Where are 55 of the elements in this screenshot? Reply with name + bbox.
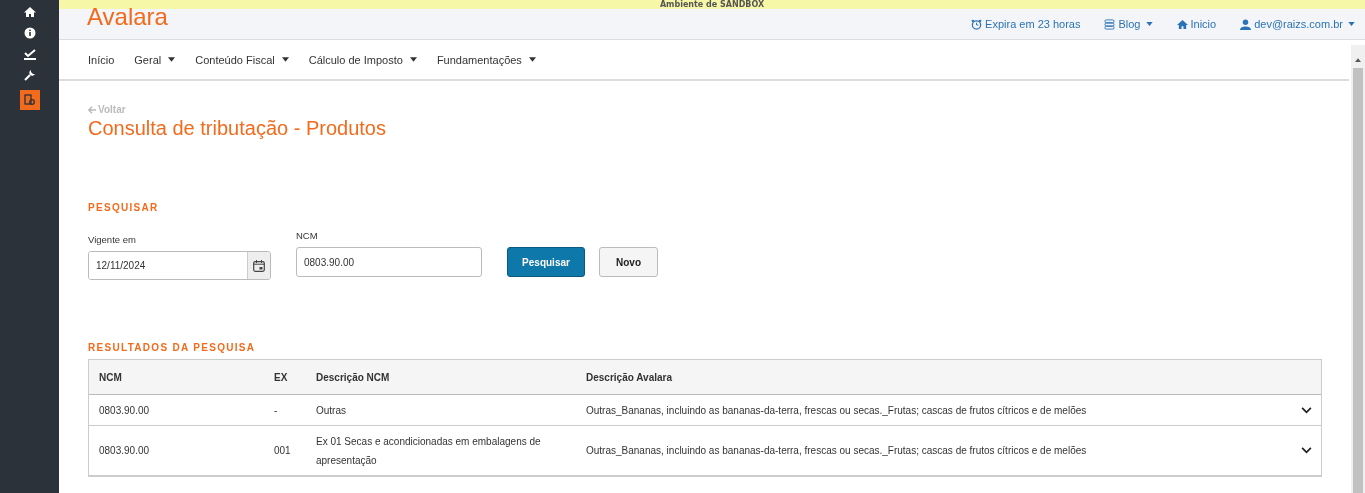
- nav-menu-item[interactable]: Cálculo de Imposto: [308, 53, 417, 66]
- wrench-icon: [23, 69, 36, 81]
- calendar-button[interactable]: [247, 252, 270, 279]
- table-cell-text: Outras_Bananas, incluindo as bananas-da-terra, frescas ou secas._Frutas; cascas de frutos cítricos e de melões: [585, 444, 1088, 458]
- caret-icon: [168, 57, 176, 62]
- chevron-icon[interactable]: [1301, 406, 1312, 414]
- home-icon: [23, 6, 36, 18]
- table-cell-text: Outras: [315, 403, 347, 418]
- field-label: NCM: [296, 230, 319, 241]
- date-field[interactable]: 12/11/2024: [88, 251, 271, 280]
- table-cell-text: 0803.90.00: [98, 444, 151, 458]
- scrollbar[interactable]: [1351, 45, 1365, 493]
- column-header: EX: [273, 371, 289, 383]
- header-link[interactable]: Blog: [1104, 18, 1153, 30]
- user-icon: [1240, 18, 1252, 30]
- section-heading: PESQUISAR: [88, 202, 160, 213]
- caret-icon: [281, 57, 289, 62]
- caret-icon: [1348, 22, 1355, 26]
- page-title: Consulta de tributação - Produtos: [88, 117, 387, 140]
- scrollbar-thumb[interactable]: [1353, 68, 1363, 493]
- banner-text: Ambiente de SANDBOX: [659, 0, 765, 9]
- chevron-icon[interactable]: [1301, 447, 1312, 454]
- nav-menu-item[interactable]: Conteúdo Fiscal: [195, 53, 289, 66]
- new-button[interactable]: Novo: [599, 247, 658, 277]
- field-label: Vigente em: [88, 234, 137, 245]
- nav-menu-item[interactable]: Início: [88, 53, 115, 66]
- column-header: Descrição NCM: [315, 371, 391, 383]
- header-link[interactable]: dev@raizs.com.br: [1240, 18, 1355, 30]
- scroll-up-icon[interactable]: [1355, 58, 1361, 62]
- stack-icon: [1104, 18, 1116, 30]
- header-link[interactable]: Inicio: [1176, 18, 1217, 30]
- logo: Avalara: [87, 3, 168, 31]
- column-header: Descrição Avalara: [585, 371, 673, 383]
- table-cell-text: -: [273, 403, 279, 418]
- caret-icon: [1145, 22, 1153, 26]
- column-header: NCM: [98, 371, 123, 383]
- search-button[interactable]: Pesquisar: [507, 247, 585, 277]
- info-icon: [23, 27, 36, 39]
- arrow-left-icon: [88, 105, 96, 114]
- alarm-clock-icon: [971, 18, 983, 30]
- home-icon: [1176, 18, 1188, 30]
- calendar-icon: [253, 259, 265, 272]
- section-heading: RESULTADOS DA PESQUISA: [88, 342, 257, 353]
- table-cell-text: Ex 01 Secas e acondicionadas em embalagens de apresentação: [315, 434, 542, 468]
- caret-icon: [409, 57, 417, 62]
- nav-menu-item[interactable]: Geral: [134, 53, 176, 66]
- checkmark-icon: [23, 48, 36, 60]
- table-cell-text: 001: [273, 444, 292, 458]
- header-link[interactable]: Expira em 23 horas: [971, 18, 1081, 30]
- ncm-input[interactable]: 0803.90.00: [296, 247, 482, 277]
- nav-menu-item[interactable]: Fundamentações: [436, 53, 536, 66]
- table-cell-text: 0803.90.00: [98, 403, 151, 418]
- caret-icon: [528, 57, 536, 62]
- table-cell-text: Outras_Bananas, incluindo as bananas-da-terra, frescas ou secas._Frutas; cascas de frutos cítricos e de melões: [585, 403, 1088, 418]
- document-gear-icon: [23, 94, 36, 106]
